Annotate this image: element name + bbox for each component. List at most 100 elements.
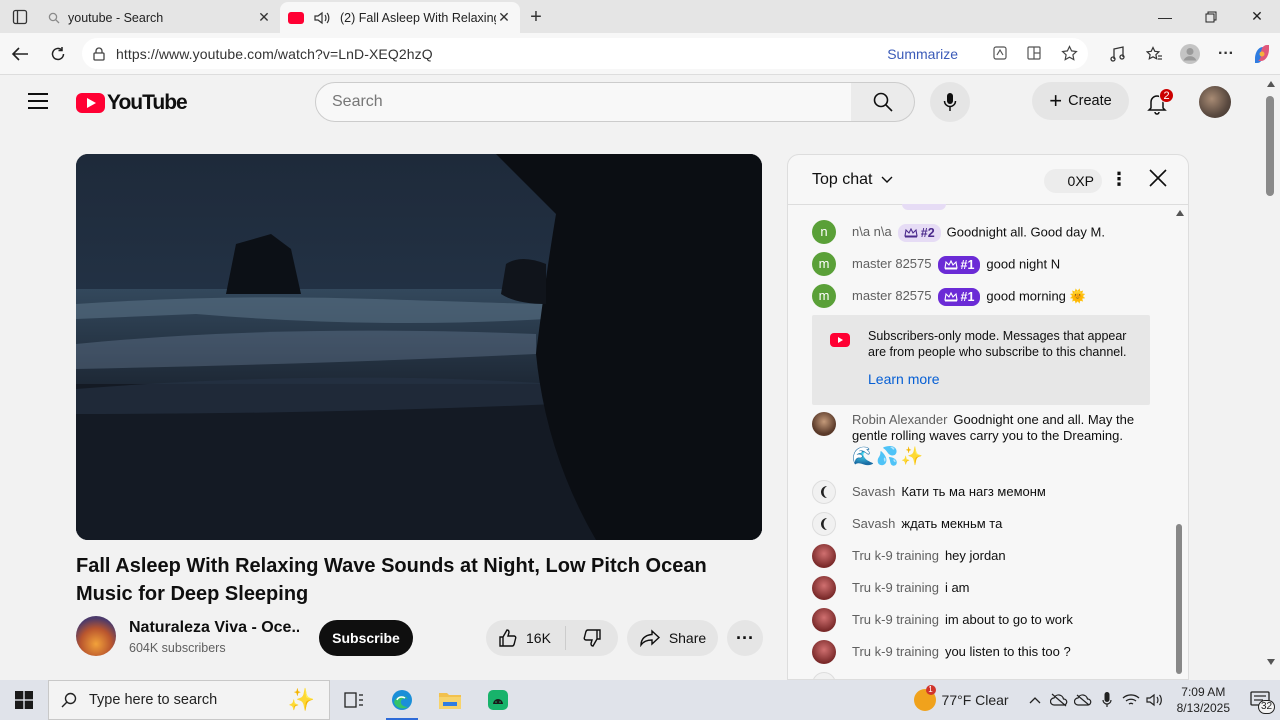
address-bar[interactable]: https://www.youtube.com/watch?v=LnD-XEQ2… bbox=[82, 38, 1088, 69]
search-button[interactable] bbox=[851, 82, 915, 122]
chat-message[interactable]: Tru k-9 training im about to go to work bbox=[812, 608, 1152, 632]
weather-widget[interactable]: 1 77°F Clear bbox=[913, 685, 1009, 711]
chat-message[interactable]: Tru k-9 training i am bbox=[812, 576, 1152, 600]
chat-author[interactable]: Savash bbox=[852, 516, 895, 531]
onedrive-icon[interactable] bbox=[1071, 680, 1095, 720]
chat-text: Goodnight all. Good day M. bbox=[946, 224, 1105, 240]
windows-logo-icon bbox=[15, 691, 33, 709]
task-view-icon[interactable] bbox=[330, 680, 378, 720]
summarize-button[interactable]: Summarize bbox=[887, 46, 958, 62]
share-button[interactable]: Share bbox=[627, 620, 718, 656]
restore-icon[interactable] bbox=[1188, 0, 1234, 33]
browser-extensions: ··· bbox=[1100, 33, 1280, 75]
page-scrollbar[interactable] bbox=[1262, 75, 1280, 680]
chat-author[interactable]: master 82575 bbox=[852, 288, 932, 303]
chat-author[interactable]: master 82575 bbox=[852, 256, 932, 271]
split-screen-icon[interactable] bbox=[1026, 45, 1042, 61]
xp-badge[interactable]: 0XP bbox=[1044, 169, 1102, 193]
chat-author[interactable]: n\a n\a bbox=[852, 224, 892, 239]
chat-author[interactable]: Tru k-9 training bbox=[852, 612, 939, 627]
chat-author[interactable]: Tru k-9 training bbox=[852, 580, 939, 595]
chat-scrollbar-thumb[interactable] bbox=[1176, 524, 1182, 674]
chat-scrollbar[interactable] bbox=[1176, 210, 1184, 680]
chat-menu-icon[interactable]: ⋮ bbox=[1110, 169, 1128, 190]
taskbar-clock[interactable]: 7:09 AM 8/13/2025 bbox=[1177, 684, 1230, 716]
chat-text: hey jordan bbox=[944, 548, 1006, 563]
minimize-icon[interactable]: — bbox=[1142, 0, 1188, 33]
video-player[interactable] bbox=[76, 154, 762, 540]
subscribe-button[interactable]: Subscribe bbox=[319, 620, 413, 656]
chat-message[interactable]: Tru k-9 training hey jordan bbox=[812, 544, 1152, 568]
new-tab-button[interactable]: + bbox=[520, 2, 552, 33]
chat-message[interactable]: m master 82575 #1 good morning 🌞 bbox=[812, 284, 1152, 308]
menu-icon[interactable] bbox=[28, 93, 52, 114]
channel-avatar[interactable] bbox=[76, 616, 116, 656]
start-button[interactable] bbox=[0, 680, 48, 720]
settings-more-icon[interactable]: ··· bbox=[1208, 36, 1244, 72]
notifications-button[interactable]: 2 bbox=[1143, 87, 1174, 117]
back-icon[interactable] bbox=[2, 36, 38, 72]
favorite-star-icon[interactable] bbox=[1061, 45, 1078, 62]
search-input[interactable]: Search bbox=[315, 82, 852, 122]
like-button[interactable]: 16K bbox=[486, 626, 566, 650]
learn-more-link[interactable]: Learn more bbox=[868, 371, 940, 387]
subscribers-only-notice: Subscribers-only mode. Messages that app… bbox=[812, 315, 1150, 405]
chat-message[interactable]: Robin Alexander Goodnight one and all. Ma… bbox=[812, 412, 1152, 468]
volume-icon[interactable] bbox=[1143, 680, 1167, 720]
close-tab-icon[interactable]: ✕ bbox=[496, 9, 512, 26]
window-controls: — ✕ bbox=[1142, 0, 1280, 33]
chat-avatar bbox=[812, 640, 836, 664]
close-tab-icon[interactable]: ✕ bbox=[256, 9, 272, 26]
cloud-sync-icon[interactable] bbox=[1047, 680, 1071, 720]
close-chat-icon[interactable] bbox=[1148, 168, 1168, 193]
tab-youtube-video[interactable]: (2) Fall Asleep With Relaxing ✕ bbox=[280, 2, 520, 33]
account-avatar[interactable] bbox=[1199, 86, 1231, 118]
close-window-icon[interactable]: ✕ bbox=[1234, 0, 1280, 33]
chat-author[interactable]: Savash bbox=[852, 484, 895, 499]
android-app-icon[interactable] bbox=[474, 680, 522, 720]
chat-author[interactable]: Tru k-9 training bbox=[852, 644, 939, 659]
taskbar-search-box[interactable]: Type here to search ✨ bbox=[48, 680, 330, 720]
copilot-icon[interactable] bbox=[1244, 36, 1280, 72]
voice-search-button[interactable] bbox=[930, 82, 970, 122]
refresh-icon[interactable] bbox=[40, 36, 76, 72]
speaker-icon[interactable] bbox=[314, 11, 330, 25]
dislike-button[interactable] bbox=[566, 628, 618, 648]
chat-message[interactable]: Savash Кати ть ма нагз мемонм bbox=[812, 480, 1152, 504]
page-scroll-up-arrow[interactable] bbox=[1267, 81, 1275, 87]
youtube-logo[interactable]: YouTube bbox=[76, 91, 188, 115]
microphone-tray-icon[interactable] bbox=[1095, 680, 1119, 720]
like-count: 16K bbox=[526, 630, 551, 646]
show-hidden-icons-chevron-icon[interactable] bbox=[1023, 680, 1047, 720]
chat-message[interactable]: Tru k-9 training you listen to this too ? bbox=[812, 640, 1152, 664]
rank-label: #1 bbox=[960, 258, 975, 272]
chat-message[interactable]: n n\a n\a #2 Goodnight all. Good day M. bbox=[812, 220, 1152, 244]
chat-avatar: m bbox=[812, 252, 836, 276]
site-info-icon[interactable] bbox=[92, 46, 106, 61]
page-scrollbar-thumb[interactable] bbox=[1266, 96, 1274, 196]
chat-emojis: 🌊💦✨ bbox=[852, 446, 926, 466]
page-scroll-down-arrow[interactable] bbox=[1267, 659, 1275, 665]
favorites-icon[interactable] bbox=[1136, 36, 1172, 72]
tab-youtube-search[interactable]: youtube - Search ✕ bbox=[40, 2, 280, 33]
chat-author[interactable]: Tru k-9 training bbox=[852, 548, 939, 563]
chat-header: Top chat 0XP ⋮ bbox=[788, 155, 1188, 205]
tab-actions-icon[interactable] bbox=[0, 0, 40, 33]
file-explorer-icon[interactable] bbox=[426, 680, 474, 720]
wifi-icon[interactable] bbox=[1119, 680, 1143, 720]
video-title: Fall Asleep With Relaxing Wave Sounds at… bbox=[76, 555, 707, 605]
top-chat-dropdown[interactable]: Top chat bbox=[812, 171, 893, 189]
profile-icon[interactable] bbox=[1172, 36, 1208, 72]
notification-center-icon[interactable]: 32 bbox=[1240, 680, 1280, 720]
chat-avatar-clipped bbox=[812, 672, 836, 679]
channel-name[interactable]: Naturaleza Viva - Oce... bbox=[129, 619, 299, 637]
more-actions-icon[interactable]: ··· bbox=[727, 620, 763, 656]
create-button[interactable]: + Create bbox=[1032, 82, 1129, 120]
chat-author[interactable]: Robin Alexander bbox=[852, 412, 947, 427]
chat-message[interactable]: Savash ждать мекньм та bbox=[812, 512, 1152, 536]
chat-message[interactable]: m master 82575 #1 good night N bbox=[812, 252, 1152, 276]
scroll-up-arrow[interactable] bbox=[1176, 210, 1184, 216]
media-control-icon[interactable] bbox=[1100, 36, 1136, 72]
edge-browser-icon[interactable] bbox=[378, 680, 426, 720]
read-aloud-icon[interactable] bbox=[992, 45, 1008, 61]
